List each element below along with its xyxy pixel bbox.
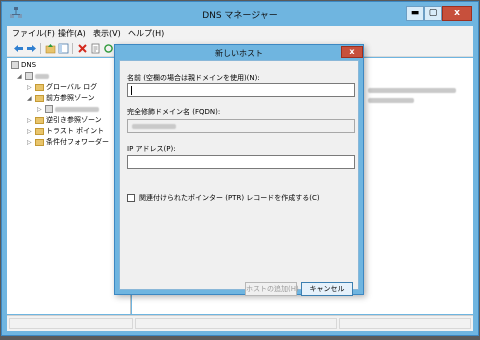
- tree-item-label: 逆引き参照ゾーン: [46, 116, 102, 124]
- expand-arrow-icon: ▷: [27, 84, 32, 91]
- folder-icon: [35, 83, 44, 91]
- expand-arrow-icon: ▷: [27, 117, 32, 124]
- tree-item-label: グローバル ログ: [46, 83, 98, 91]
- delete-icon[interactable]: [77, 43, 88, 54]
- menu-action[interactable]: 操作(A): [58, 28, 86, 39]
- tree-root-dns[interactable]: DNS: [11, 60, 36, 70]
- folder-icon: [35, 116, 44, 124]
- console-tree: DNS ◢ ▷ グローバル ログ ◢ 前方参照ゾーン ▷ ▷ 逆引き参照ゾーン ▷ トラ…: [7, 58, 131, 314]
- redacted-record-text: [368, 98, 414, 103]
- close-window-button[interactable]: x: [442, 6, 472, 21]
- expand-arrow-icon: ▷: [27, 139, 32, 146]
- add-host-button[interactable]: ホストの追加(H): [245, 282, 299, 296]
- create-ptr-label[interactable]: 関連付けられたポインター (PTR) レコードを作成する(C): [139, 193, 320, 203]
- menu-bar: ファイル(F) 操作(A) 表示(V) ヘルプ(H): [7, 26, 473, 40]
- tree-item-label: 条件付フォワーダー: [46, 138, 109, 146]
- tree-item-forward-lookup[interactable]: ◢ 前方参照ゾーン: [27, 93, 95, 103]
- redacted-fqdn-value: [132, 124, 176, 129]
- dialog-title: 新しいホスト: [215, 49, 263, 58]
- tree-server-node[interactable]: ◢: [17, 71, 49, 81]
- tree-item-reverse-lookup[interactable]: ▷ 逆引き参照ゾーン: [27, 115, 102, 125]
- name-label: 名前 (空欄の場合は親ドメインを使用)(N):: [127, 74, 260, 82]
- text-caret: [131, 86, 132, 95]
- folder-icon: [35, 94, 44, 102]
- tree-item-label: トラスト ポイント: [46, 127, 105, 135]
- server-icon: [25, 72, 33, 80]
- tree-root-label: DNS: [21, 61, 37, 69]
- redacted-server-name: [35, 73, 49, 79]
- create-ptr-checkbox[interactable]: [127, 194, 135, 202]
- expand-arrow-icon: ▷: [27, 128, 32, 135]
- status-cell: [339, 318, 471, 329]
- back-arrow-icon[interactable]: [13, 43, 24, 54]
- expand-arrow-icon: ▷: [37, 106, 42, 113]
- dns-root-icon: [11, 61, 19, 69]
- status-cell: [135, 318, 337, 329]
- collapse-arrow-icon: ◢: [17, 73, 22, 80]
- fqdn-label: 完全修飾ドメイン名 (FQDN):: [127, 108, 221, 116]
- fqdn-field: [127, 119, 355, 133]
- title-bar[interactable]: DNS マネージャー ▬ ▢ x: [2, 2, 478, 25]
- toolbar-separator: [72, 43, 73, 54]
- ip-label: IP アドレス(P):: [127, 145, 176, 153]
- cancel-button[interactable]: キャンセル: [301, 282, 353, 296]
- host-name-input[interactable]: [127, 83, 355, 97]
- dialog-body: 名前 (空欄の場合は親ドメインを使用)(N): 完全修飾ドメイン名 (FQDN)…: [119, 60, 359, 296]
- dialog-close-button[interactable]: x: [341, 46, 363, 58]
- maximize-button[interactable]: ▢: [424, 6, 442, 21]
- redacted-record-text: [368, 88, 456, 93]
- menu-file[interactable]: ファイル(F): [12, 28, 55, 39]
- redacted-zone-name: [55, 106, 99, 112]
- folder-icon: [35, 127, 44, 135]
- tree-item-zone[interactable]: ▷: [37, 104, 99, 114]
- ip-address-input[interactable]: [127, 155, 355, 169]
- zone-icon: [45, 105, 53, 113]
- tree-item-trust-points[interactable]: ▷ トラスト ポイント: [27, 126, 104, 136]
- menu-help[interactable]: ヘルプ(H): [128, 28, 164, 39]
- minimize-button[interactable]: ▬: [406, 6, 424, 21]
- status-bar: [7, 315, 473, 331]
- properties-icon[interactable]: [90, 43, 101, 54]
- status-cell: [9, 318, 133, 329]
- folder-up-icon[interactable]: [45, 43, 56, 54]
- tree-item-label: 前方参照ゾーン: [46, 94, 95, 102]
- refresh-icon[interactable]: [103, 43, 114, 54]
- folder-icon: [35, 138, 44, 146]
- toolbar-separator: [40, 43, 41, 54]
- tree-item-conditional-forwarders[interactable]: ▷ 条件付フォワーダー: [27, 137, 109, 147]
- console-tree-icon[interactable]: [58, 43, 69, 54]
- new-host-dialog: 新しいホスト x 名前 (空欄の場合は親ドメインを使用)(N): 完全修飾ドメイ…: [114, 44, 364, 296]
- collapse-arrow-icon: ◢: [27, 95, 32, 102]
- forward-arrow-icon[interactable]: [26, 43, 37, 54]
- menu-view[interactable]: 表示(V): [93, 28, 121, 39]
- tree-item-global-log[interactable]: ▷ グローバル ログ: [27, 82, 97, 92]
